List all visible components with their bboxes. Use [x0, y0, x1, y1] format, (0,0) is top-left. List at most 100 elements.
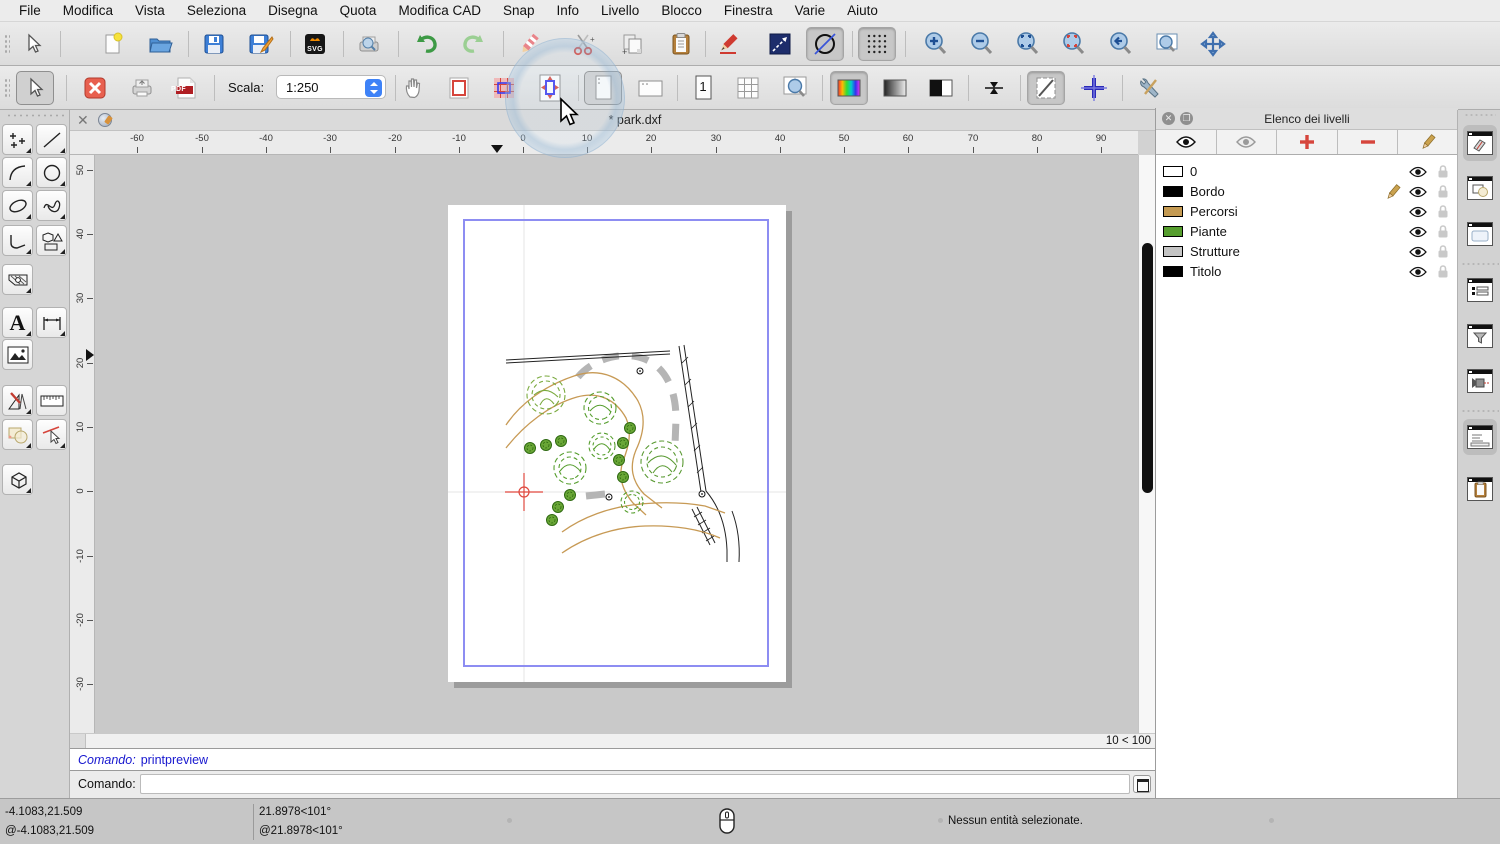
menu-disegna[interactable]: Disegna — [257, 3, 329, 18]
command-options-button[interactable] — [1133, 775, 1151, 793]
zoom-out-button[interactable] — [963, 27, 1001, 61]
dimension-tool-button[interactable] — [36, 307, 67, 338]
layer-visible-icon[interactable] — [1409, 225, 1427, 243]
menu-vista[interactable]: Vista — [124, 3, 176, 18]
portrait-button[interactable] — [584, 71, 622, 105]
command-line-panel-button[interactable] — [1463, 419, 1497, 455]
landscape-button[interactable] — [632, 71, 670, 105]
layer-row-4[interactable]: Strutture — [1156, 242, 1458, 262]
modify-tool-button[interactable] — [36, 419, 67, 450]
single-page-button[interactable]: 1 — [684, 71, 722, 105]
pointer-tool-button-2[interactable] — [16, 71, 54, 105]
zoom-window-button[interactable] — [1148, 27, 1186, 61]
zoom-in-button[interactable] — [917, 27, 955, 61]
toolbar-handle[interactable] — [4, 78, 10, 98]
layer-visible-icon[interactable] — [1409, 245, 1427, 263]
menu-aiuto[interactable]: Aiuto — [836, 3, 889, 18]
undo-button[interactable] — [408, 27, 446, 61]
grayscale-mode-button[interactable] — [876, 71, 914, 105]
pointer-tool-button[interactable] — [14, 27, 52, 61]
library-browser-panel-button[interactable] — [1463, 363, 1497, 399]
layer-lock-icon[interactable] — [1437, 205, 1449, 223]
shape-tool-button[interactable] — [36, 225, 67, 256]
hatch-tool-button[interactable] — [2, 264, 33, 295]
menu-modifica-cad[interactable]: Modifica CAD — [387, 3, 492, 18]
view-list-panel-button[interactable] — [1463, 216, 1497, 252]
crosshair-button[interactable] — [1075, 71, 1113, 105]
layer-lock-icon[interactable] — [1437, 225, 1449, 243]
dock-handle[interactable] — [1464, 113, 1496, 117]
layer-lock-icon[interactable] — [1437, 165, 1449, 183]
text-tool-button[interactable]: A — [2, 307, 33, 338]
block-list-panel-button[interactable] — [1463, 170, 1497, 206]
menu-file[interactable]: File — [8, 3, 52, 18]
menu-info[interactable]: Info — [546, 3, 591, 18]
zoom-page-button[interactable] — [776, 71, 814, 105]
layer-row-1[interactable]: Bordo — [1156, 182, 1458, 202]
layer-color-swatch[interactable] — [1163, 166, 1183, 177]
line-tool-button[interactable] — [36, 124, 67, 155]
menu-quota[interactable]: Quota — [329, 3, 388, 18]
menu-livello[interactable]: Livello — [590, 3, 650, 18]
layer-list-panel-button[interactable] — [1463, 125, 1497, 161]
menu-finestra[interactable]: Finestra — [713, 3, 784, 18]
show-all-layers-button[interactable] — [1156, 130, 1217, 154]
circle-tool-button[interactable] — [36, 157, 67, 188]
open-file-button[interactable] — [141, 27, 179, 61]
cut-button[interactable]: + — [565, 27, 603, 61]
circle-line-toggle-button[interactable] — [806, 27, 844, 61]
layer-row-2[interactable]: Percorsi — [1156, 202, 1458, 222]
layer-visible-icon[interactable] — [1409, 265, 1427, 283]
zoom-previous-button[interactable] — [1102, 27, 1140, 61]
zoom-auto-button[interactable] — [1009, 27, 1047, 61]
toolbar-handle[interactable] — [6, 113, 64, 118]
property-editor-panel-button[interactable] — [1463, 272, 1497, 308]
menu-blocco[interactable]: Blocco — [650, 3, 713, 18]
selection-filter-panel-button[interactable] — [1463, 318, 1497, 354]
drawing-canvas[interactable] — [95, 155, 1138, 733]
command-input[interactable] — [140, 774, 1130, 794]
ellipse-tool-button[interactable] — [2, 190, 33, 221]
svg-export-button[interactable]: SVG — [296, 27, 334, 61]
draft-mode-button[interactable] — [1027, 71, 1065, 105]
layer-lock-icon[interactable] — [1437, 185, 1449, 203]
close-print-preview-button[interactable] — [76, 71, 114, 105]
point-tool-button[interactable] — [2, 124, 33, 155]
save-button[interactable] — [195, 27, 233, 61]
layer-color-swatch[interactable] — [1163, 186, 1183, 197]
paper-border-button[interactable] — [440, 71, 478, 105]
layer-color-swatch[interactable] — [1163, 206, 1183, 217]
layer-color-swatch[interactable] — [1163, 266, 1183, 277]
save-as-button[interactable] — [242, 27, 280, 61]
settings-button[interactable] — [1131, 71, 1169, 105]
redo-button[interactable] — [454, 27, 492, 61]
arc-tool-button[interactable] — [2, 157, 33, 188]
tab-close-icon[interactable]: ✕ — [77, 112, 89, 129]
color-mode-button[interactable] — [830, 71, 868, 105]
image-tool-button[interactable] — [2, 339, 33, 370]
boolean-tool-button[interactable] — [2, 419, 33, 450]
menu-seleziona[interactable]: Seleziona — [176, 3, 257, 18]
layer-visible-icon[interactable] — [1409, 165, 1427, 183]
tiled-pages-button[interactable] — [485, 71, 523, 105]
measure-distance-button[interactable] — [761, 27, 799, 61]
solid-3d-tool-button[interactable] — [2, 464, 33, 495]
grid-toggle-button[interactable] — [858, 27, 896, 61]
layer-row-0[interactable]: 0 — [1156, 162, 1458, 182]
horizontal-scrollbar[interactable]: 10 < 100 — [70, 733, 1155, 748]
pdf-export-button[interactable]: PDF — [167, 71, 205, 105]
clipboard-panel-button[interactable] — [1463, 471, 1497, 507]
ruler-tool-button[interactable] — [36, 385, 67, 416]
delete-button[interactable] — [511, 27, 549, 61]
layer-row-5[interactable]: Titolo — [1156, 262, 1458, 282]
stepper-icon[interactable] — [365, 79, 382, 97]
polyline-tool-button[interactable] — [2, 225, 33, 256]
pan-button[interactable] — [1194, 27, 1232, 61]
scrollbar-thumb[interactable] — [1142, 243, 1153, 493]
offset-button[interactable] — [975, 71, 1013, 105]
paste-button[interactable] — [662, 27, 700, 61]
toolbar-handle[interactable] — [4, 34, 10, 54]
layer-visible-icon[interactable] — [1409, 205, 1427, 223]
layer-visible-icon[interactable] — [1409, 185, 1427, 203]
scale-select[interactable]: 1:250 — [276, 75, 386, 99]
